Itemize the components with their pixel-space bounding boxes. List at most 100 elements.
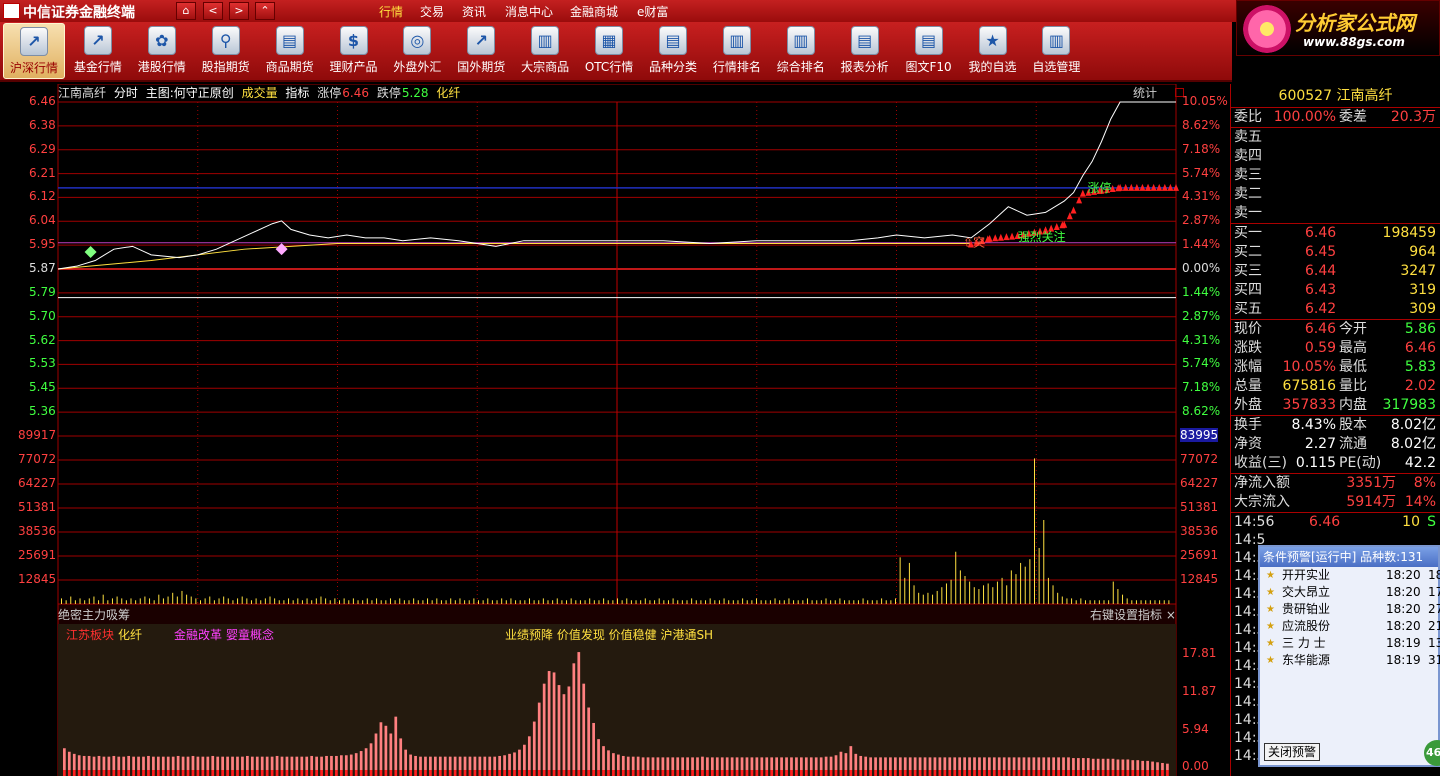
alert-item[interactable]: ★ 东华能源 18:19 31 <box>1260 652 1440 669</box>
toolbar-item-14[interactable]: ▤ 图文F10 <box>898 23 960 79</box>
toolbar-item-9[interactable]: ▦ OTC行情 <box>578 23 640 79</box>
alert-item[interactable]: ★ 三 力 士 18:19 13 <box>1260 635 1440 652</box>
volume-bar <box>389 598 391 604</box>
alert-item[interactable]: ★ 交大昂立 18:20 17 <box>1260 584 1440 601</box>
home-icon[interactable]: ⌂ <box>176 2 196 20</box>
stat-row: 外盘 357833 内盘 317983 <box>1231 396 1440 415</box>
up-icon[interactable]: ⌃ <box>255 2 275 20</box>
forex-icon: ◎ <box>403 26 432 55</box>
volume-bar <box>510 598 512 604</box>
sub-base-bar <box>369 770 373 776</box>
volume-bar <box>65 600 67 604</box>
menu-item-1[interactable]: 交易 <box>420 3 444 20</box>
close-alert-button[interactable]: 关闭预警 <box>1264 743 1321 761</box>
stat-button[interactable]: 统计 <box>1133 84 1184 101</box>
sub-indicator-bar <box>943 757 947 770</box>
toolbar-item-11[interactable]: ▥ 行情排名 <box>706 23 768 79</box>
toolbar-item-3[interactable]: ⚲ 股指期货 <box>195 23 257 79</box>
volume-bar <box>774 598 776 604</box>
ask-row[interactable]: 卖三 <box>1231 166 1440 185</box>
volume-bar <box>635 600 637 604</box>
toolbar-item-7[interactable]: ↗ 国外期货 <box>450 23 512 79</box>
menu-item-0[interactable]: 行情 <box>379 3 403 20</box>
bid-row[interactable]: 买三 6.44 3247 <box>1231 262 1440 281</box>
menu-item-3[interactable]: 消息中心 <box>505 3 553 20</box>
menu-item-2[interactable]: 资讯 <box>462 3 486 20</box>
sub-base-bar <box>800 770 803 776</box>
sub-indicator-bar <box>498 755 502 770</box>
alert-title[interactable]: 条件预警[运行中] 品种数:131 <box>1260 547 1438 567</box>
bid-volume: 198459 <box>1382 225 1436 241</box>
toolbar-item-0[interactable]: ↗ 沪深行情 <box>3 23 65 79</box>
alert-item[interactable]: ★ 应流股份 18:20 21 <box>1260 618 1440 635</box>
sub-base-bar <box>1047 770 1051 776</box>
alert-popup[interactable]: 条件预警[运行中] 品种数:131 ★ 开开实业 18:20 18 ★ 交大昂立 18:20… <box>1258 545 1440 767</box>
toolbar-item-1[interactable]: ↗ 基金行情 <box>67 23 129 79</box>
volume-bar <box>482 600 484 604</box>
volume-bar <box>320 596 322 604</box>
toolbar-item-8[interactable]: ▥ 大宗商品 <box>514 23 576 79</box>
toolbar-item-12[interactable]: ▥ 综合排名 <box>770 23 832 79</box>
toolbar-label: 国外期货 <box>457 60 506 74</box>
volume-bar <box>339 600 340 604</box>
bid-row[interactable]: 买五 6.42 309 <box>1231 300 1440 319</box>
sub-indicator-bar <box>597 739 600 770</box>
pct-axis-label: 10.05% <box>1182 94 1228 108</box>
ask-row[interactable]: 卖五 <box>1231 128 1440 147</box>
toolbar-item-6[interactable]: ◎ 外盘外汇 <box>386 23 448 79</box>
volume-bar <box>200 600 201 604</box>
wealth-icon: $ <box>339 26 368 55</box>
ask-row[interactable]: 卖四 <box>1231 147 1440 166</box>
volume-bar <box>593 600 595 604</box>
sub-indicator-bar <box>443 756 447 770</box>
sub-base-bar <box>938 770 942 776</box>
chart-canvas[interactable]: ⇧突 强烈关注 涨停 <box>0 84 1228 776</box>
alert-item[interactable]: ★ 贵研铂业 18:20 27 <box>1260 601 1440 618</box>
sub-indicator-bar <box>518 749 521 770</box>
alert-time: 18:19 <box>1386 653 1421 667</box>
chart-mode[interactable]: 分时 <box>114 86 138 100</box>
toolbar-item-15[interactable]: ★ 我的自选 <box>962 23 1024 79</box>
sub-base-bar <box>720 770 724 776</box>
intraday-chart[interactable]: ⇧突 强烈关注 涨停 江南高纤 分时 主图:何守正原创 成交量 指标 涨停6.46 … <box>0 84 1228 776</box>
bid-row[interactable]: 买四 6.43 319 <box>1231 281 1440 300</box>
toolbar-item-5[interactable]: $ 理财产品 <box>323 23 385 79</box>
indicator-label[interactable]: 指标 <box>285 86 309 100</box>
sub-indicator-bar <box>1126 759 1130 770</box>
volume-bar <box>848 600 850 604</box>
close-icon[interactable]: × <box>1166 608 1176 622</box>
signal-marker <box>997 233 1004 241</box>
sub-indicator-settings[interactable]: 右键设置指标 × <box>1090 606 1176 623</box>
bid-row[interactable]: 买一 6.46 198459 <box>1231 224 1440 243</box>
sub-indicator-bar <box>513 752 516 770</box>
brand-url: www.88gs.com <box>1303 35 1405 49</box>
volume-bar <box>867 600 869 604</box>
main-indicator[interactable]: 主图:何守正原创 <box>146 86 234 100</box>
back-icon[interactable]: < <box>203 2 223 20</box>
alert-item[interactable]: ★ 开开实业 18:20 18 <box>1260 567 1440 584</box>
ask-row[interactable]: 卖二 <box>1231 185 1440 204</box>
menu-item-4[interactable]: 金融商城 <box>570 3 618 20</box>
bid-row[interactable]: 买二 6.45 964 <box>1231 243 1440 262</box>
volume-bar <box>278 600 280 604</box>
average-price-line <box>57 243 972 270</box>
sub-indicator-title[interactable]: 绝密主力吸筹 <box>58 606 130 623</box>
signal-marker <box>1079 189 1086 197</box>
menu-item-5[interactable]: e财富 <box>637 3 668 20</box>
sub-base-bar <box>330 770 333 776</box>
stat-label: 流通 <box>1339 436 1367 452</box>
toolbar-item-13[interactable]: ▤ 报表分析 <box>834 23 896 79</box>
volume-bar <box>542 598 544 604</box>
volume-bar <box>779 600 781 604</box>
toolbar-item-10[interactable]: ▤ 品种分类 <box>642 23 704 79</box>
toolbar-item-4[interactable]: ▤ 商品期货 <box>259 23 321 79</box>
volume-bar <box>61 598 62 604</box>
toolbar-item-16[interactable]: ▥ 自选管理 <box>1025 23 1087 79</box>
sub-indicator-bar <box>636 756 640 770</box>
toolbar-item-2[interactable]: ✿ 港股行情 <box>131 23 193 79</box>
sub-indicator-bar <box>265 756 269 770</box>
volume-bar <box>362 600 364 604</box>
forward-icon[interactable]: > <box>229 2 249 20</box>
sub-indicator-bar <box>295 756 299 770</box>
ask-row[interactable]: 卖一 <box>1231 204 1440 223</box>
